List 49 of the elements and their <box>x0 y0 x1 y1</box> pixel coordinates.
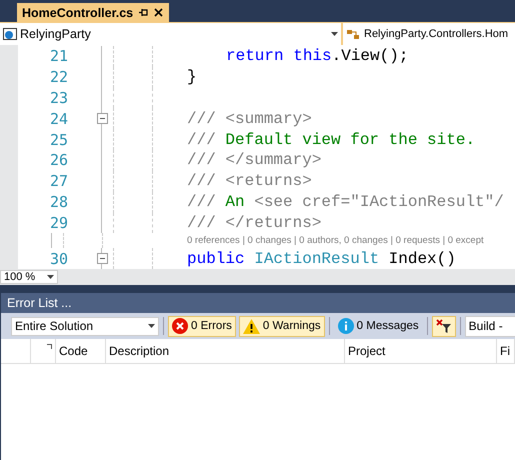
file-tab[interactable]: HomeController.cs <box>17 3 170 22</box>
class-icon <box>346 28 361 40</box>
code-line: /// </returns> <box>187 214 322 232</box>
code-line: } <box>187 68 197 86</box>
line-number: 29 <box>48 214 68 232</box>
code-line: /// Default view for the site. <box>187 130 476 149</box>
filter-button[interactable]: 0 Warnings <box>238 316 325 336</box>
error-icon <box>172 318 188 334</box>
caret-icon <box>47 275 54 279</box>
panel-title: Error List ... <box>1 293 515 313</box>
type-dropdown[interactable]: RelyingParty.Controllers.Hom <box>343 23 515 45</box>
code-line: /// <summary> <box>187 110 312 128</box>
column-header[interactable]: Description <box>106 339 345 363</box>
column-header[interactable]: Code <box>56 339 106 363</box>
code-line: /// An <see cref="IActionResult"/ <box>187 193 504 212</box>
column-header[interactable]: Fi <box>497 339 515 363</box>
info-icon <box>338 318 354 334</box>
globe-icon <box>3 28 17 40</box>
collapse-icon[interactable] <box>97 253 108 264</box>
line-number: 21 <box>48 47 68 66</box>
caret-icon <box>331 32 338 36</box>
project-dropdown[interactable]: RelyingParty <box>0 23 341 45</box>
clear-filter-button[interactable] <box>432 316 456 336</box>
line-number: 24 <box>48 110 68 128</box>
code-line: return this.View(); <box>225 47 408 66</box>
line-number: 28 <box>48 193 68 212</box>
code-line: public IActionResult Index() <box>187 250 456 268</box>
source-dropdown[interactable]: Build - <box>464 316 515 336</box>
code-lens: 0 references | 0 changes | 0 authors, 0 changes | 0 requests | 0 except <box>187 235 484 246</box>
line-number: 23 <box>48 89 68 108</box>
line-number: 25 <box>48 130 68 149</box>
zoom-dropdown[interactable]: 100 % <box>0 270 58 284</box>
warning-icon <box>242 318 260 334</box>
caret-icon <box>148 324 155 328</box>
code-line: /// </summary> <box>187 151 322 170</box>
filter-button[interactable]: 0 Messages <box>334 316 423 336</box>
collapse-icon[interactable] <box>97 113 108 124</box>
clear-filter-icon <box>436 319 452 333</box>
pin-icon <box>139 8 148 17</box>
close-icon <box>154 8 164 17</box>
scope-dropdown[interactable]: Entire Solution <box>11 316 159 336</box>
sort-icon <box>47 344 52 349</box>
column-header[interactable]: Project <box>345 339 497 363</box>
line-number: 26 <box>48 151 68 170</box>
line-number: 27 <box>48 172 68 190</box>
code-line: /// <returns> <box>187 172 312 190</box>
line-number: 30 <box>48 250 68 268</box>
filter-button[interactable]: 0 Errors <box>168 316 236 336</box>
line-number: 22 <box>48 68 68 86</box>
